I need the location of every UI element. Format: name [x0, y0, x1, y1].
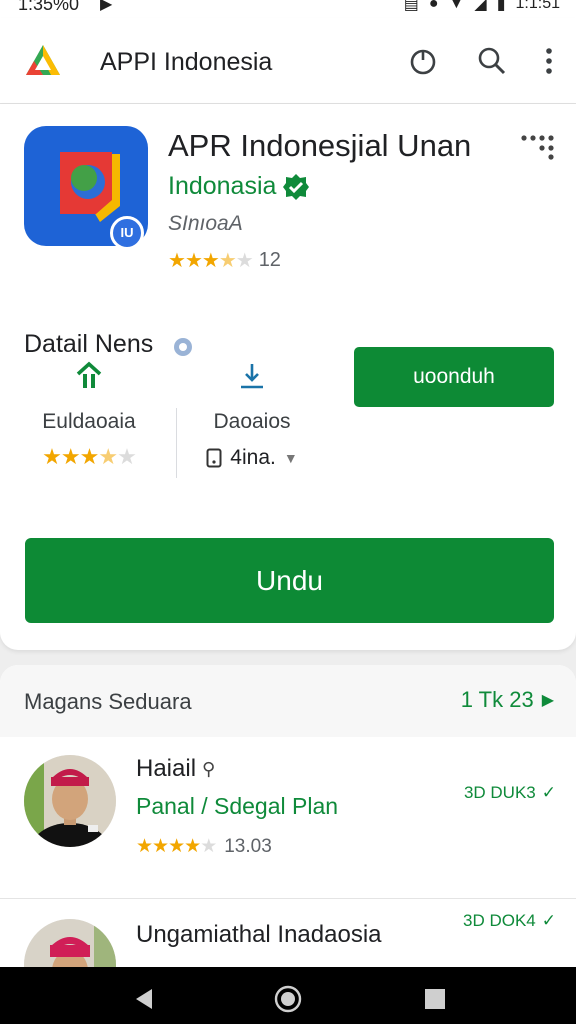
star-icon: ★: [184, 250, 203, 272]
more-options-icon[interactable]: [518, 130, 556, 160]
chevron-down-icon: ▼: [283, 450, 298, 466]
app-bar-title: APPI Indonesia: [100, 48, 273, 76]
related-apps-card: Magans Seduara 1 Tk 23 ▶ Haiail ⚲ Panal …: [0, 665, 576, 967]
list-item-size: 3D DUK3 ✓: [464, 783, 556, 803]
vibrate-icon: ▤: [403, 0, 419, 13]
award-icon: [76, 361, 102, 388]
status-time: 1:35%0: [18, 0, 80, 14]
list-item-subtitle: Panal / Sdegal Plan: [136, 793, 339, 819]
recent-apps-icon[interactable]: [421, 985, 449, 1013]
app-category: SInıoaA: [168, 212, 243, 235]
check-icon: ✓: [541, 911, 556, 930]
star-icon: ★: [168, 836, 185, 857]
rating-stat-stars: ★★★★★: [24, 444, 154, 470]
star-icon: ★: [168, 250, 186, 272]
rating-count: 12: [258, 249, 281, 271]
list-item-size: 3D DOK4 ✓: [463, 911, 556, 931]
play-store-logo-icon: [26, 45, 60, 75]
app-detail-card: IU APR Indonesjial Unan Indonasia SInıoa…: [0, 104, 576, 650]
search-icon[interactable]: [476, 45, 508, 77]
power-icon[interactable]: [407, 45, 439, 77]
avatar: [24, 919, 116, 967]
notification-icon: ▶: [100, 0, 113, 13]
app-icon-badge: IU: [110, 216, 144, 250]
star-icon: ★: [79, 444, 100, 469]
star-icon: ★: [152, 836, 169, 857]
star-icon: ★: [184, 836, 201, 857]
arrow-right-icon: ▶: [541, 692, 554, 709]
avatar: [24, 755, 116, 847]
list-item-name: Haiail: [136, 755, 197, 782]
back-icon[interactable]: [130, 985, 158, 1013]
app-icon: IU: [24, 126, 150, 250]
download-stat: Daoaios 4ina. ▼: [192, 360, 312, 470]
list-item-title: Ungamiathal Inadaosia: [136, 921, 382, 949]
rating-stars: ★★★★★: [168, 248, 254, 273]
star-icon: ★: [117, 444, 137, 469]
wifi-icon: ▼: [448, 0, 465, 12]
list-item-rating-count: 13.03: [224, 835, 272, 857]
signal-icon: ◢: [474, 0, 487, 13]
developer-row[interactable]: Indonasia: [168, 172, 310, 201]
rating-stars: ★★★★★: [136, 835, 217, 858]
star-icon: ★: [235, 250, 254, 272]
developer-name[interactable]: Indonasia: [168, 172, 276, 201]
verified-badge-icon: [283, 173, 310, 200]
list-item-size-label: 3D DUK3: [463, 783, 536, 802]
battery-icon: ▮: [496, 0, 506, 13]
app-rating: ★★★★★ 12: [168, 248, 281, 273]
more-vert-icon[interactable]: [533, 45, 565, 77]
star-icon: ★: [136, 836, 153, 857]
info-icon[interactable]: [172, 336, 194, 358]
status-bar: 1:35%0 ▶ ▤ ● ▼ ◢ ▮ 1:1:51: [0, 0, 576, 18]
secondary-download-button[interactable]: uoonduh: [354, 347, 554, 407]
rating-stat-label: Euldaoaia: [42, 410, 136, 433]
stat-divider: [176, 408, 177, 478]
size-selector[interactable]: 4ina. ▼: [192, 446, 312, 470]
sync-icon: ●: [428, 0, 439, 12]
status-icons: ▤ ● ▼ ◢ ▮ 1:1:51: [404, 0, 560, 14]
download-stat-label: Daoaios: [213, 410, 291, 433]
install-button[interactable]: Undu: [25, 538, 554, 623]
status-clock: 1:1:51: [515, 0, 560, 12]
list-item-name: Ungamiathal Inadaosia: [136, 921, 382, 948]
app-bar: APPI Indonesia: [0, 18, 576, 104]
list-item-title: Haiail ⚲: [136, 755, 215, 783]
list-item-size-label: 3D DOK4: [463, 911, 536, 930]
related-count-label: 1 Tk 23: [460, 687, 534, 712]
related-header[interactable]: Magans Seduara 1 Tk 23 ▶: [0, 665, 576, 737]
home-icon[interactable]: [274, 985, 302, 1013]
verified-icon: ⚲: [202, 758, 216, 779]
details-title: Datail Nens: [24, 330, 154, 358]
list-item[interactable]: Ungamiathal Inadaosia 3D DOK4 ✓: [0, 898, 576, 967]
star-icon: ★: [98, 444, 118, 469]
star-icon: ★: [60, 444, 81, 469]
star-icon: ★: [200, 836, 217, 857]
file-icon: [206, 448, 222, 468]
star-icon: ★: [218, 250, 237, 272]
app-name: APR Indonesjial Unan: [168, 128, 472, 163]
download-icon: [241, 364, 263, 389]
check-icon: ✓: [541, 783, 556, 802]
list-item[interactable]: Haiail ⚲ Panal / Sdegal Plan ★★★★★ 13.03…: [0, 737, 576, 897]
system-nav-bar: [0, 967, 576, 1024]
rating-stat: Euldaoaia ★★★★★: [24, 360, 154, 470]
star-icon: ★: [42, 444, 62, 469]
related-count[interactable]: 1 Tk 23 ▶: [461, 687, 554, 713]
size-value: 4ina.: [230, 446, 276, 469]
related-title: Magans Seduara: [24, 689, 192, 714]
star-icon: ★: [201, 250, 220, 272]
list-item-rating: ★★★★★ 13.03: [136, 835, 272, 858]
